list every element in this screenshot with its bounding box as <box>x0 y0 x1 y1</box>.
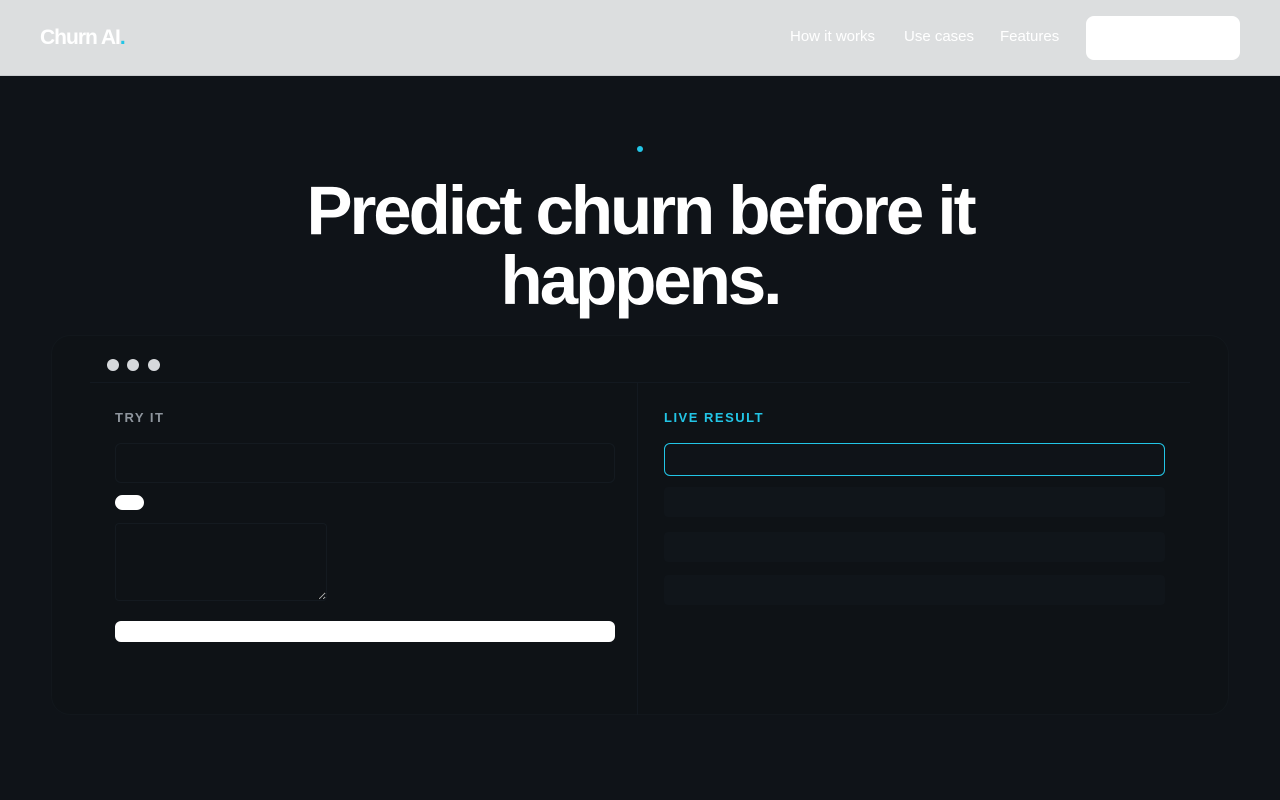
predict-button[interactable] <box>115 621 615 642</box>
result-row <box>664 575 1165 605</box>
brand-name: Churn AI <box>40 26 121 49</box>
try-it-label: TRY IT <box>115 410 165 425</box>
window-dots <box>107 358 164 376</box>
window-dot-icon <box>147 359 160 371</box>
demo-panel-body: TRY IT LIVE RESULT <box>90 382 1190 715</box>
result-row <box>664 532 1165 562</box>
option-toggle[interactable] <box>115 495 144 510</box>
customer-input[interactable] <box>115 443 615 483</box>
top-nav: Churn AI. How it works Use cases Feature… <box>0 0 1280 76</box>
window-dot-icon <box>107 359 119 371</box>
demo-panel: TRY IT LIVE RESULT <box>52 336 1228 715</box>
result-row <box>664 487 1165 517</box>
hero-title-line-2: happens. <box>500 242 783 319</box>
nav-link-features[interactable]: Features <box>1000 28 1059 45</box>
live-result-label: LIVE RESULT <box>664 410 765 425</box>
brand-logo[interactable]: Churn AI. <box>40 26 126 50</box>
try-it-column: TRY IT <box>90 383 638 715</box>
nav-link-use-cases[interactable]: Use cases <box>904 28 974 45</box>
nav-cta-button[interactable] <box>1086 16 1240 60</box>
notes-textarea[interactable] <box>115 523 327 601</box>
window-dot-icon <box>127 359 140 371</box>
live-result-column: LIVE RESULT <box>639 383 1190 715</box>
brand-dot: . <box>119 26 126 49</box>
nav-link-how-it-works[interactable]: How it works <box>790 28 875 45</box>
eyebrow-dot <box>637 146 643 152</box>
hero-title: Predict churn before it happens. <box>240 176 1040 316</box>
result-highlight-box <box>664 443 1165 476</box>
hero-title-line-1: Predict churn before it <box>306 172 976 249</box>
